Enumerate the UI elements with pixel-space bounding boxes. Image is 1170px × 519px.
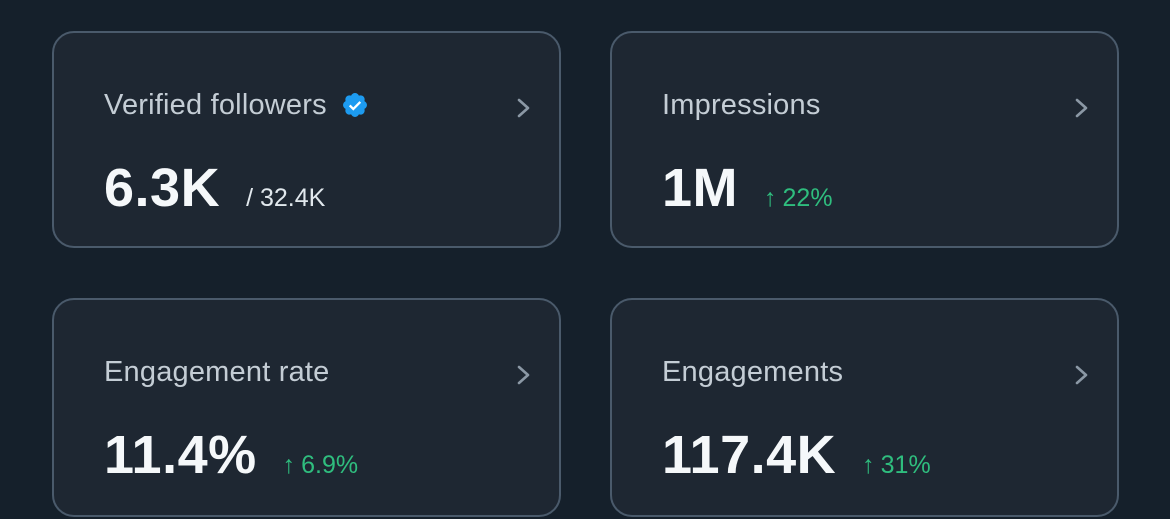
card-delta: ↑ 31% — [862, 451, 931, 480]
verified-badge-icon — [342, 93, 367, 117]
card-value-row: 1M ↑ 22% — [662, 157, 833, 219]
arrow-up-icon: ↑ — [282, 451, 296, 479]
engagement-rate-card[interactable]: Engagement rate 11.4% ↑ 6.9% — [52, 298, 561, 517]
card-value: 11.4% — [104, 425, 257, 485]
card-label: Verified followers — [104, 88, 327, 121]
engagements-card[interactable]: Engagements 117.4K ↑ 31% — [610, 298, 1119, 517]
card-delta: ↑ 6.9% — [283, 451, 358, 480]
impressions-card[interactable]: Impressions 1M ↑ 22% — [610, 31, 1119, 248]
card-delta: ↑ 22% — [764, 184, 833, 213]
card-label: Engagement rate — [104, 355, 330, 388]
chevron-right-icon[interactable] — [513, 360, 535, 390]
card-delta-value: 6.9% — [301, 451, 359, 479]
card-value-row: 11.4% ↑ 6.9% — [104, 424, 358, 486]
card-value: 117.4K — [662, 425, 837, 485]
card-label-row: Engagement rate — [104, 352, 329, 392]
card-label: Impressions — [662, 88, 821, 121]
card-total: / 32.4K — [246, 184, 326, 212]
chevron-right-icon[interactable] — [1071, 93, 1093, 123]
card-label-row: Verified followers — [104, 85, 369, 125]
verified-followers-card[interactable]: Verified followers 6.3K / 32.4K — [52, 31, 561, 248]
chevron-right-icon[interactable] — [1071, 360, 1093, 390]
card-value: 6.3K — [104, 158, 221, 218]
card-label: Engagements — [662, 355, 844, 388]
arrow-up-icon: ↑ — [862, 451, 875, 479]
card-value-row: 117.4K ↑ 31% — [662, 424, 931, 486]
chevron-right-icon[interactable] — [513, 93, 535, 123]
card-delta-value: 31% — [880, 451, 931, 479]
card-delta-value: 22% — [782, 184, 833, 212]
card-label-row: Engagements — [662, 352, 843, 392]
card-value-row: 6.3K / 32.4K — [104, 157, 325, 219]
arrow-up-icon: ↑ — [764, 184, 777, 212]
card-value: 1M — [662, 158, 739, 218]
card-label-row: Impressions — [662, 85, 821, 125]
